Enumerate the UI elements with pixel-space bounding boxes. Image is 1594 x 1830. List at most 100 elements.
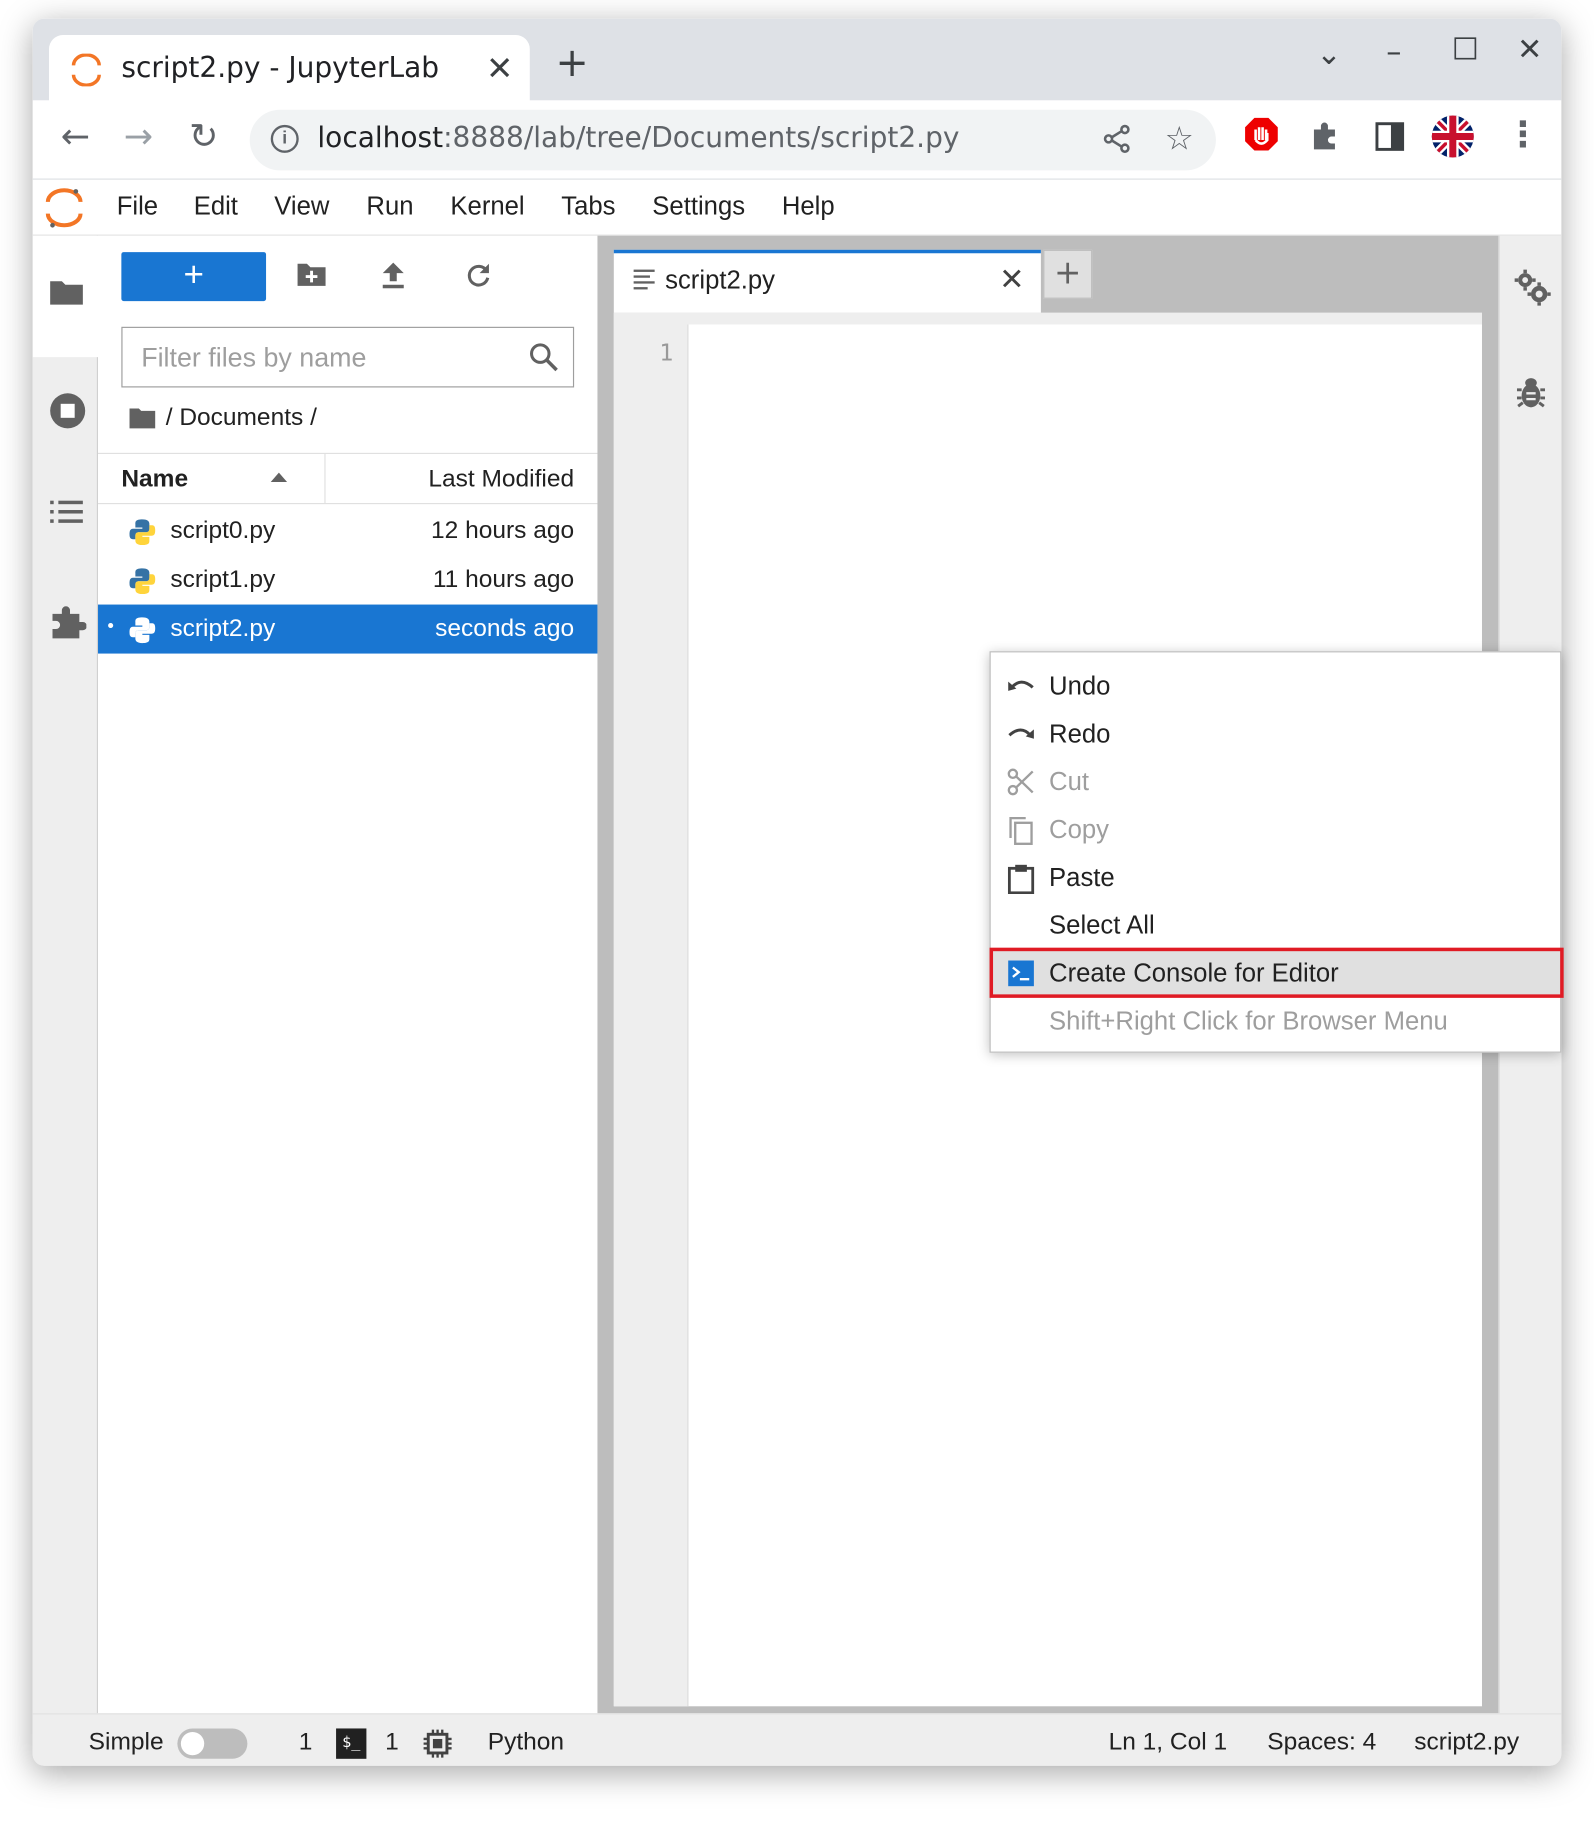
line-number-gutter: 1 (613, 324, 689, 1707)
status-filename: script2.py (1414, 1728, 1520, 1756)
file-row-script0[interactable]: script0.py 12 hours ago (98, 507, 597, 556)
jupyter-favicon-icon (71, 53, 101, 87)
extensions-icon[interactable] (1309, 119, 1342, 152)
jupyter-menubar: File Edit View Run Kernel Tabs Settings … (32, 179, 1562, 236)
menu-item-redo[interactable]: Redo (991, 710, 1560, 758)
menu-item-browser-menu-hint: Shift+Right Click for Browser Menu (1049, 1006, 1448, 1036)
cursor-position[interactable]: Ln 1, Col 1 (1109, 1728, 1228, 1756)
editor-tab-script2[interactable]: script2.py ✕ (613, 249, 1041, 313)
menu-file[interactable]: File (117, 191, 158, 221)
copy-icon (1009, 816, 1033, 845)
sidebar-tab-running[interactable] (33, 357, 98, 462)
menu-item-select-all[interactable]: Select All (991, 901, 1560, 949)
menu-item-paste[interactable]: Paste (991, 853, 1560, 901)
refresh-icon[interactable] (464, 261, 492, 289)
terminals-count[interactable]: 1 (385, 1728, 399, 1756)
file-modified: seconds ago (435, 615, 575, 642)
file-browser-toolbar: + (98, 236, 597, 322)
minimize-icon[interactable]: – (1386, 35, 1401, 70)
line-number: 1 (659, 338, 674, 367)
menu-help[interactable]: Help (782, 191, 835, 221)
file-modified: 12 hours ago (431, 517, 575, 544)
column-name[interactable]: Name (121, 466, 188, 494)
editor-context-menu: Undo Redo Cut Copy Paste Select All Crea… (989, 651, 1564, 1053)
menu-item-copy[interactable]: Copy (991, 805, 1560, 853)
menu-settings[interactable]: Settings (652, 191, 745, 221)
menu-tabs[interactable]: Tabs (561, 191, 615, 221)
reload-icon[interactable]: ↻ (189, 117, 218, 158)
file-name: script0.py (170, 517, 276, 544)
stop-circle-icon (50, 393, 86, 429)
uk-flag-icon[interactable] (1431, 114, 1475, 158)
new-tab-icon[interactable]: + (555, 40, 588, 87)
browser-menu-icon[interactable]: ⋮ (1505, 114, 1540, 155)
menu-run[interactable]: Run (366, 191, 413, 221)
side-panel-icon[interactable] (1375, 121, 1405, 151)
tab-search-icon[interactable]: ⌄ (1316, 37, 1341, 72)
sidebar-tab-toc[interactable] (33, 462, 98, 567)
undo-icon (1008, 680, 1034, 691)
file-name: script2.py (170, 615, 276, 642)
close-editor-tab-icon[interactable]: ✕ (999, 263, 1024, 298)
browser-tab-strip: script2.py - JupyterLab ✕ + ⌄ – ☐ ✕ (32, 18, 1562, 103)
console-icon (1008, 960, 1034, 987)
debugger-bug-icon[interactable] (1515, 376, 1548, 411)
property-inspector-gears-icon[interactable] (1513, 268, 1551, 306)
sidebar-tab-extensions[interactable] (33, 567, 98, 672)
new-folder-icon[interactable] (296, 261, 326, 287)
upload-icon[interactable] (380, 261, 406, 289)
url-text[interactable]: localhost:8888/lab/tree/Documents/script… (317, 121, 959, 154)
new-launcher-button[interactable]: + (121, 252, 267, 302)
omnibox[interactable]: i localhost:8888/lab/tree/Documents/scri… (249, 109, 1216, 171)
file-row-script2-selected[interactable]: • script2.py seconds ago (98, 604, 598, 654)
simple-mode-toggle[interactable] (177, 1728, 248, 1759)
menu-item-undo[interactable]: Undo (991, 662, 1560, 710)
menu-item-cut[interactable]: Cut (991, 757, 1560, 805)
indentation-setting[interactable]: Spaces: 4 (1267, 1728, 1376, 1756)
new-dock-tab-icon[interactable]: + (1043, 249, 1093, 299)
back-icon[interactable]: ← (61, 117, 90, 158)
kernel-language[interactable]: Python (488, 1728, 564, 1756)
file-modified: 11 hours ago (432, 566, 575, 593)
column-divider[interactable] (324, 453, 326, 504)
cut-icon (1007, 768, 1034, 796)
file-list-header: Name Last Modified (98, 452, 598, 505)
window-close-icon[interactable]: ✕ (1517, 33, 1542, 68)
kernels-count[interactable]: 1 (299, 1728, 313, 1756)
filter-files-field[interactable] (121, 326, 575, 388)
sidebar-tab-file-browser[interactable] (32, 235, 99, 358)
address-bar: ← → ↻ i localhost:8888/lab/tree/Document… (32, 100, 1562, 180)
python-file-icon (129, 568, 156, 595)
redo-icon (1008, 728, 1034, 739)
site-info-icon[interactable]: i (270, 124, 299, 153)
status-bar: Simple 1 $_ 1 Python Ln 1, Col 1 Spaces:… (32, 1713, 1562, 1766)
adblock-icon[interactable] (1244, 117, 1279, 152)
menu-kernel[interactable]: Kernel (450, 191, 524, 221)
menu-view[interactable]: View (274, 191, 329, 221)
menu-item-create-console[interactable]: Create Console for Editor (989, 947, 1564, 998)
column-last-modified[interactable]: Last Modified (428, 466, 574, 494)
editor-tab-label: script2.py (665, 264, 776, 295)
bookmark-star-icon[interactable]: ☆ (1165, 119, 1194, 158)
puzzle-icon (52, 606, 87, 639)
forward-icon[interactable]: → (124, 117, 153, 158)
file-row-script1[interactable]: script1.py 11 hours ago (98, 556, 597, 605)
file-name: script1.py (170, 566, 276, 593)
browser-tab[interactable]: script2.py - JupyterLab ✕ (49, 35, 530, 103)
menu-edit[interactable]: Edit (194, 191, 238, 221)
python-file-icon (129, 617, 156, 644)
filter-files-input[interactable] (122, 327, 520, 387)
share-icon[interactable] (1102, 124, 1132, 154)
jupyter-logo-icon (45, 188, 83, 228)
maximize-icon[interactable]: ☐ (1452, 33, 1479, 68)
terminal-icon[interactable]: $_ (336, 1728, 367, 1759)
table-of-contents-icon (50, 500, 83, 523)
search-icon (530, 343, 558, 372)
python-file-icon (129, 519, 156, 546)
open-file-dot-icon: • (107, 616, 114, 637)
close-tab-icon[interactable]: ✕ (486, 49, 513, 88)
breadcrumb-path[interactable]: / Documents / (166, 404, 317, 432)
breadcrumb-home-folder-icon[interactable] (128, 406, 156, 429)
left-activity-bar (32, 235, 99, 1714)
kernel-chip-icon[interactable] (422, 1728, 452, 1758)
